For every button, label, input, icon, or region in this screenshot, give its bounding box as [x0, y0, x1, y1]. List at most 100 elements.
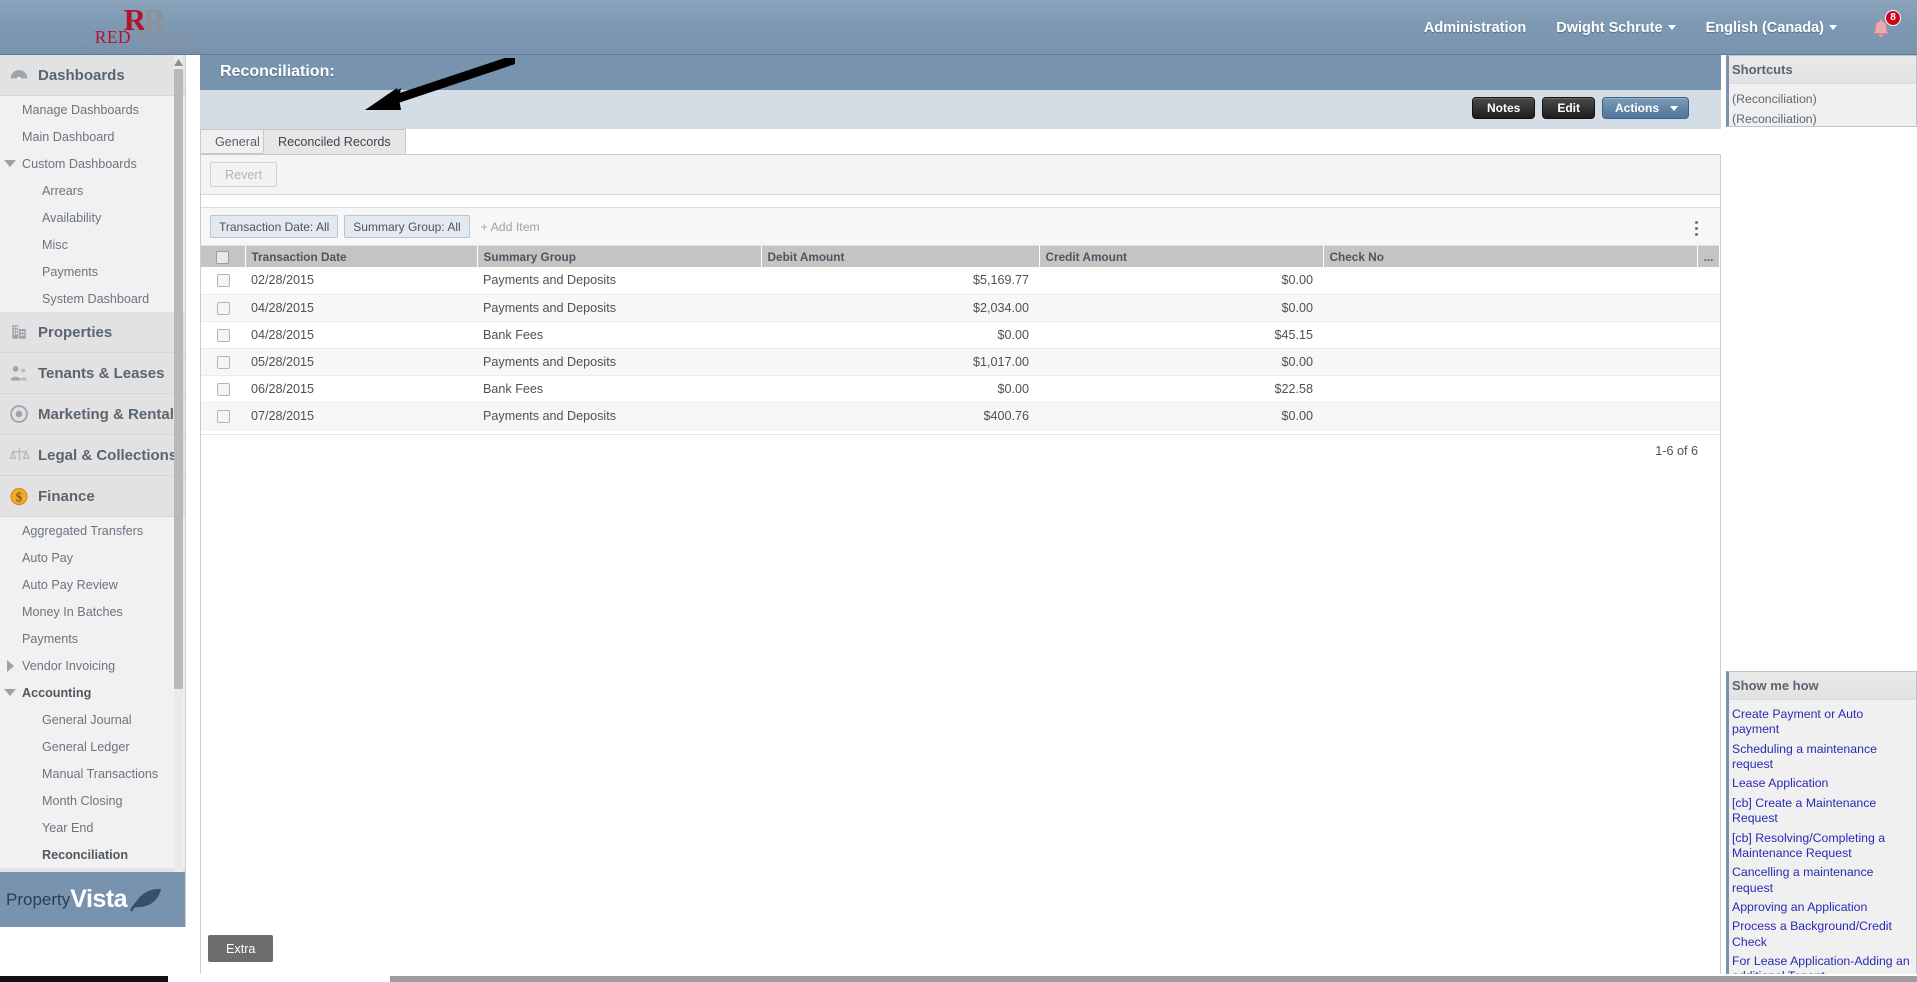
sidebar-item-reconciliation[interactable]: Reconciliation — [0, 841, 185, 868]
actions-button[interactable]: Actions — [1601, 97, 1689, 119]
row-checkbox[interactable] — [216, 355, 230, 369]
sidebar-item-custom-dashboards[interactable]: Custom Dashboards — [0, 150, 185, 177]
sidebar-item-money-in-batches[interactable]: Money In Batches — [0, 598, 185, 625]
show-me-how-link[interactable]: Cancelling a maintenance request — [1732, 863, 1913, 898]
cell-transaction-date: 04/28/2015 — [245, 294, 477, 322]
select-all-header[interactable] — [201, 246, 246, 267]
sidebar-group-legal-collections[interactable]: Legal & Collections — [0, 435, 185, 476]
scroll-up-arrow-icon[interactable] — [173, 55, 184, 66]
show-me-how-link[interactable]: Lease Application — [1732, 774, 1913, 793]
chevron-right-icon[interactable] — [7, 660, 14, 672]
notes-button[interactable]: Notes — [1471, 97, 1536, 119]
row-select-cell[interactable] — [201, 321, 245, 349]
row-select-cell[interactable] — [201, 402, 245, 430]
sidebar-item-manual-transactions[interactable]: Manual Transactions — [0, 760, 185, 787]
sidebar-item-wrap: Payments — [0, 625, 185, 652]
sidebar-item-arrears[interactable]: Arrears — [0, 177, 185, 204]
sidebar-group-properties[interactable]: Properties — [0, 312, 185, 353]
sidebar-item-payments[interactable]: Payments — [0, 625, 185, 652]
add-filter-item-button[interactable]: + Add Item — [481, 220, 540, 234]
nav-user-menu[interactable]: Dwight Schrute — [1556, 20, 1676, 36]
notifications-button[interactable]: 8 — [1867, 9, 1901, 43]
revert-button[interactable]: Revert — [210, 162, 278, 187]
sidebar-item-misc[interactable]: Misc — [0, 231, 185, 258]
sidebar-item-wrap: Manage Dashboards — [0, 96, 185, 123]
chevron-down-icon[interactable] — [4, 689, 16, 696]
row-checkbox[interactable] — [216, 382, 230, 396]
sidebar-item-payments[interactable]: Payments — [0, 258, 185, 285]
column-options-button[interactable]: ... — [1697, 246, 1720, 267]
table-row[interactable]: 07/28/2015 Payments and Deposits $400.76 $0… — [201, 402, 1720, 430]
table-row[interactable]: 05/28/2015 Payments and Deposits $1,017.00… — [201, 348, 1720, 376]
sidebar-item-year-end[interactable]: Year End — [0, 814, 185, 841]
sidebar-item-vendor-invoicing[interactable]: Vendor Invoicing — [0, 652, 185, 679]
sidebar-item-aggregated-transfers[interactable]: Aggregated Transfers — [0, 517, 185, 544]
chevron-down-icon[interactable] — [4, 160, 16, 167]
column-header-summary-group[interactable]: Summary Group — [477, 246, 762, 267]
sidebar-item-auto-pay-review[interactable]: Auto Pay Review — [0, 571, 185, 598]
cell-summary-group: Payments and Deposits — [477, 402, 761, 430]
sidebar-item-wrap: Aggregated Transfers — [0, 517, 185, 544]
sidebar-item-availability[interactable]: Availability — [0, 204, 185, 231]
tab-reconciled-records[interactable]: Reconciled Records — [263, 129, 406, 154]
sidebar-item-month-closing[interactable]: Month Closing — [0, 787, 185, 814]
kebab-menu-icon[interactable] — [1688, 218, 1704, 238]
sidebar-item-manage-dashboards[interactable]: Manage Dashboards — [0, 96, 185, 123]
show-me-how-link[interactable]: Create Payment or Auto payment — [1732, 705, 1913, 740]
column-header-transaction-date[interactable]: Transaction Date — [245, 246, 478, 267]
show-me-how-link[interactable]: Scheduling a maintenance request — [1732, 740, 1913, 775]
row-checkbox[interactable] — [216, 328, 230, 342]
column-header-check-no[interactable]: Check No — [1323, 246, 1698, 267]
sidebar-group-tenants-leases[interactable]: Tenants & Leases — [0, 353, 185, 394]
show-me-how-title: Show me how — [1729, 672, 1916, 700]
shortcut-item[interactable]: (Reconciliation) — [1732, 89, 1913, 109]
company-logo[interactable]: RR RED RIDGE Real Estate Management — [48, 2, 238, 54]
sidebar-item-main-dashboard[interactable]: Main Dashboard — [0, 123, 185, 150]
column-header-debit-amount[interactable]: Debit Amount — [761, 246, 1040, 267]
nav-language-menu[interactable]: English (Canada) — [1706, 20, 1837, 36]
row-select-cell[interactable] — [201, 267, 245, 295]
filter-chip-transaction-date[interactable]: Transaction Date: All — [210, 215, 339, 238]
table-row[interactable]: 04/28/2015 Payments and Deposits $2,034.00… — [201, 294, 1720, 322]
row-checkbox[interactable] — [216, 409, 230, 423]
sidebar-group-finance[interactable]: $ Finance — [0, 476, 185, 517]
row-checkbox[interactable] — [216, 274, 230, 288]
show-me-how-link[interactable]: Approving an Application — [1732, 898, 1913, 917]
table-row[interactable]: 02/28/2015 Payments and Deposits $5,169.77… — [201, 267, 1720, 295]
cell-credit-amount: $0.00 — [1039, 402, 1323, 430]
cell-summary-group: Bank Fees — [477, 321, 761, 349]
sidebar-item-general-ledger[interactable]: General Ledger — [0, 733, 185, 760]
sidebar-item-system-dashboard[interactable]: System Dashboard — [0, 285, 185, 312]
sidebar-item-accounting[interactable]: Accounting — [0, 679, 185, 706]
table-row[interactable]: 06/28/2015 Bank Fees $0.00 $22.58 — [201, 375, 1720, 403]
edit-button[interactable]: Edit — [1542, 97, 1595, 119]
show-me-how-link[interactable]: [cb] Create a Maintenance Request — [1732, 794, 1913, 829]
target-icon — [8, 403, 30, 425]
column-header-credit-amount[interactable]: Credit Amount — [1039, 246, 1324, 267]
show-me-how-link[interactable]: [cb] Resolving/Completing a Maintenance … — [1732, 829, 1913, 864]
sidebar-scroll-thumb[interactable] — [174, 69, 183, 689]
show-me-how-link[interactable]: Process a Background/Credit Check — [1732, 917, 1913, 952]
row-select-cell[interactable] — [201, 348, 245, 376]
sidebar-group-label: Marketing & Rentals — [38, 405, 183, 423]
sidebar-item-general-journal[interactable]: General Journal — [0, 706, 185, 733]
nav-administration[interactable]: Administration — [1424, 20, 1526, 36]
horizontal-scrollbar[interactable] — [390, 976, 1917, 982]
cell-debit-amount: $400.76 — [761, 402, 1039, 430]
row-select-cell[interactable] — [201, 375, 245, 403]
table-row[interactable]: 04/28/2015 Bank Fees $0.00 $45.15 — [201, 321, 1720, 349]
bottom-left-marker — [0, 976, 168, 982]
shortcut-item[interactable]: (Reconciliation) — [1732, 109, 1913, 129]
select-all-checkbox[interactable] — [216, 250, 230, 264]
sidebar-item-auto-pay[interactable]: Auto Pay — [0, 544, 185, 571]
row-checkbox[interactable] — [216, 301, 230, 315]
sidebar-group-dashboards[interactable]: Dashboards — [0, 55, 185, 96]
cell-transaction-date: 04/28/2015 — [245, 321, 477, 349]
cell-summary-group: Payments and Deposits — [477, 348, 761, 376]
sidebar-item-wrap: General Journal — [0, 706, 185, 733]
cell-overflow — [1697, 402, 1720, 430]
sidebar-group-marketing-rentals[interactable]: Marketing & Rentals — [0, 394, 185, 435]
row-select-cell[interactable] — [201, 294, 245, 322]
extra-button[interactable]: Extra — [208, 935, 274, 962]
filter-chip-summary-group[interactable]: Summary Group: All — [344, 215, 470, 238]
